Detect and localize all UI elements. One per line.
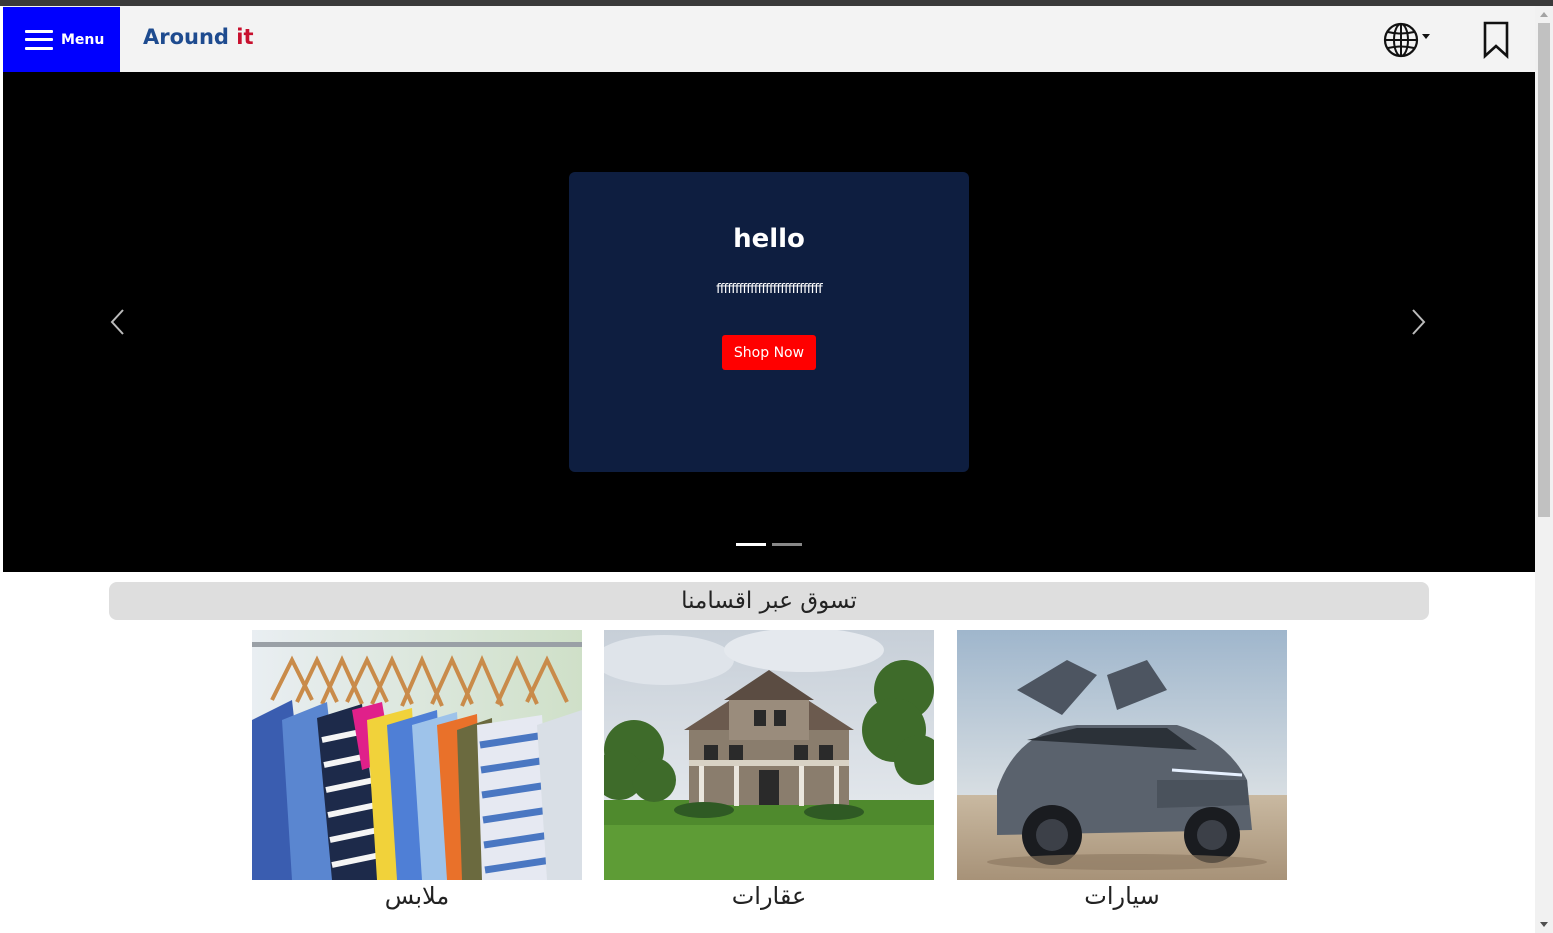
- vertical-scrollbar[interactable]: [1535, 6, 1553, 933]
- carousel-indicator-1[interactable]: [736, 543, 766, 546]
- category-card-real-estate[interactable]: عقارات: [604, 630, 934, 910]
- hamburger-icon: [25, 29, 53, 50]
- scroll-down-arrow[interactable]: [1535, 916, 1553, 933]
- navbar: Menu Around it: [3, 6, 1535, 72]
- categories-heading-text: تسوق عبر اقسامنا: [681, 588, 857, 614]
- chevron-left-icon: [110, 309, 124, 335]
- carousel-indicators: [736, 543, 806, 549]
- clothes-image[interactable]: [252, 630, 582, 880]
- carousel-prev-button[interactable]: [103, 307, 133, 337]
- menu-button[interactable]: Menu: [3, 7, 120, 72]
- category-card-cars[interactable]: سيارات: [957, 630, 1287, 910]
- category-card-clothes[interactable]: ملابس: [252, 630, 582, 910]
- bookmark-button[interactable]: [1481, 20, 1511, 60]
- hero-carousel: hello ffffffffffffffffffffffffffff Shop …: [3, 72, 1535, 572]
- slide-card: hello ffffffffffffffffffffffffffff Shop …: [569, 172, 969, 472]
- page: Menu Around it hello fffffffffffffffffff…: [0, 0, 1553, 933]
- shop-now-button[interactable]: Shop Now: [722, 335, 816, 370]
- globe-icon: [1383, 22, 1419, 58]
- car-image[interactable]: [957, 630, 1287, 880]
- carousel-indicator-2[interactable]: [772, 543, 802, 546]
- brand-text-around: Around: [143, 25, 229, 49]
- chevron-right-icon: [1412, 309, 1426, 335]
- categories-heading: تسوق عبر اقسامنا: [109, 582, 1429, 620]
- scroll-thumb[interactable]: [1538, 23, 1550, 517]
- category-label-clothes[interactable]: ملابس: [252, 882, 582, 910]
- category-label-cars[interactable]: سيارات: [957, 882, 1287, 910]
- scroll-up-arrow[interactable]: [1535, 6, 1553, 23]
- house-image[interactable]: [604, 630, 934, 880]
- carousel-next-button[interactable]: [1403, 307, 1433, 337]
- slide-text: ffffffffffffffffffffffffffff: [716, 282, 823, 297]
- menu-label: Menu: [61, 31, 105, 48]
- chevron-down-icon: [1422, 33, 1430, 39]
- language-dropdown[interactable]: [1382, 21, 1438, 59]
- category-label-real-estate[interactable]: عقارات: [604, 882, 934, 910]
- bookmark-icon: [1483, 21, 1509, 59]
- slide-title: hello: [733, 224, 805, 254]
- brand-logo[interactable]: Around it: [143, 25, 254, 49]
- brand-text-it: it: [236, 25, 254, 49]
